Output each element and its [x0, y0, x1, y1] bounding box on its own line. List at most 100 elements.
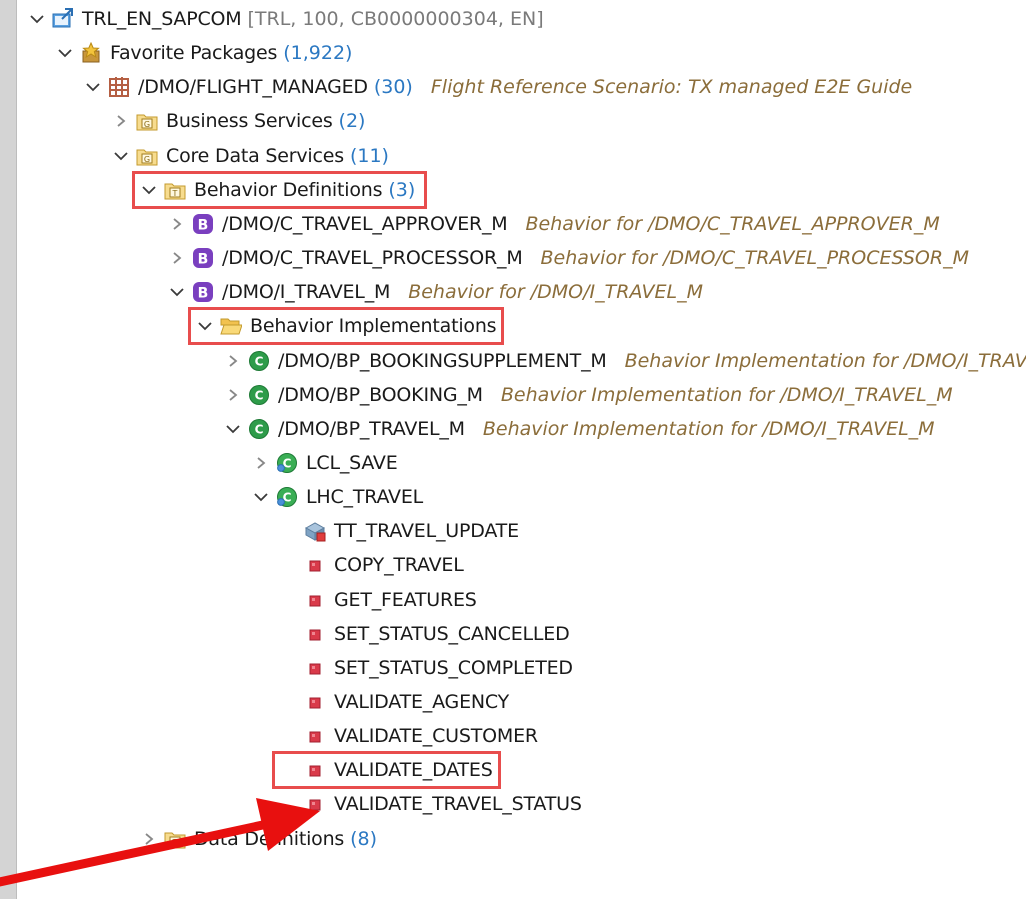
expand-toggle[interactable]: [168, 246, 186, 270]
tree-node-validate-travel-status[interactable]: VALIDATE_TRAVEL_STATUS: [0, 787, 1026, 821]
abap-class-icon: C: [248, 418, 270, 440]
svg-text:B: B: [198, 217, 209, 233]
tree-node-label: VALIDATE_TRAVEL_STATUS: [334, 793, 582, 816]
tree-node-label: /DMO/I_TRAVEL_M: [222, 281, 391, 304]
tree-node-dmo-bp-travel-m[interactable]: C/DMO/BP_TRAVEL_M Behavior Implementation…: [0, 412, 1026, 446]
tree-node-description: Behavior Implementation for /DMO/I_TRAVE…: [482, 417, 935, 440]
tree-node-copy-travel[interactable]: COPY_TRAVEL: [0, 548, 1026, 582]
expand-toggle[interactable]: [168, 212, 186, 236]
tree-node-description: Behavior for /DMO/I_TRAVEL_M: [408, 281, 703, 304]
collapse-toggle[interactable]: [112, 144, 130, 168]
package-icon: [108, 76, 130, 98]
tree-node-label: GET_FEATURES: [334, 588, 477, 611]
tree-node-dmo-c-travel-approver-m[interactable]: B/DMO/C_TRAVEL_APPROVER_M Behavior for /D…: [0, 207, 1026, 241]
abap-project-icon: [52, 8, 74, 30]
expand-toggle[interactable]: [224, 383, 242, 407]
tree-node-lcl-save[interactable]: C LCL_SAVE: [0, 446, 1026, 480]
type-folder-icon: T: [164, 828, 186, 850]
favorite-packages-icon: [80, 42, 102, 64]
tree-node-favorite-packages[interactable]: Favorite Packages (1,922): [0, 36, 1026, 70]
tree-node-dmo-bp-bookingsupplement-m[interactable]: C/DMO/BP_BOOKINGSUPPLEMENT_M Behavior Imp…: [0, 344, 1026, 378]
tree-node-label: VALIDATE_DATES: [334, 759, 493, 782]
tree-node-dmo-i-travel-m[interactable]: B/DMO/I_TRAVEL_M Behavior for /DMO/I_TRAV…: [0, 275, 1026, 309]
toggle-spacer: [280, 690, 298, 714]
tree-node-label: Behavior Implementations: [250, 315, 497, 338]
tree-node-label: /DMO/C_TRAVEL_APPROVER_M: [222, 212, 508, 235]
tree-node-validate-customer[interactable]: VALIDATE_CUSTOMER: [0, 719, 1026, 753]
chevron-right-icon: [229, 354, 238, 367]
svg-text:C: C: [255, 354, 264, 368]
tree-node-count: (1,922): [283, 42, 353, 65]
chevron-down-icon: [86, 83, 100, 92]
tree-node-description: Flight Reference Scenario: TX managed E2…: [430, 76, 913, 99]
method-icon: [304, 589, 326, 611]
chevron-right-icon: [173, 218, 182, 230]
toggle-spacer: [280, 622, 298, 646]
method-icon: [304, 554, 326, 576]
tree-node-dmo-c-travel-processor-m[interactable]: B/DMO/C_TRAVEL_PROCESSOR_M Behavior for /…: [0, 241, 1026, 275]
tree-node-set-status-cancelled[interactable]: SET_STATUS_CANCELLED: [0, 617, 1026, 651]
chevron-down-icon: [170, 288, 184, 297]
tree-node-label: /DMO/FLIGHT_MANAGED: [138, 76, 368, 99]
behavior-definition-icon: B: [192, 213, 214, 235]
toggle-spacer: [280, 553, 298, 577]
svg-text:G: G: [144, 155, 150, 164]
tree-node-set-status-completed[interactable]: SET_STATUS_COMPLETED: [0, 651, 1026, 685]
tree-node-label: Business Services: [166, 110, 333, 133]
chevron-down-icon: [226, 425, 240, 434]
tree-node-behavior-implementations[interactable]: Behavior Implementations: [0, 309, 1026, 343]
behavior-definition-icon: B: [192, 281, 214, 303]
tree-node-business-services[interactable]: G Business Services (2): [0, 104, 1026, 138]
collapse-toggle[interactable]: [56, 41, 74, 65]
tree-node-data-definitions[interactable]: T Data Definitions (8): [0, 822, 1026, 856]
tree-node-count: (30): [373, 76, 413, 99]
chevron-right-icon: [117, 115, 126, 128]
open-folder-icon: [220, 315, 242, 337]
tree-node-description: Behavior for /DMO/C_TRAVEL_PROCESSOR_M: [540, 247, 969, 270]
expand-toggle[interactable]: [112, 109, 130, 133]
svg-text:T: T: [172, 189, 178, 198]
chevron-right-icon: [257, 457, 266, 469]
collapse-toggle[interactable]: [168, 280, 186, 304]
svg-text:B: B: [198, 286, 209, 302]
tree-node-behavior-definitions[interactable]: T Behavior Definitions (3): [0, 173, 1026, 207]
toggle-spacer: [280, 519, 298, 543]
method-icon: [304, 657, 326, 679]
chevron-down-icon: [30, 15, 44, 24]
tree-node-get-features[interactable]: GET_FEATURES: [0, 583, 1026, 617]
collapse-toggle[interactable]: [196, 314, 214, 338]
chevron-right-icon: [173, 252, 182, 264]
method-icon: [304, 725, 326, 747]
tree-node-label: /DMO/C_TRAVEL_PROCESSOR_M: [222, 247, 523, 270]
collapse-toggle[interactable]: [84, 75, 102, 99]
method-icon: [304, 793, 326, 815]
tree-node-label: VALIDATE_CUSTOMER: [334, 725, 538, 748]
tree-node-lhc-travel[interactable]: C LHC_TRAVEL: [0, 480, 1026, 514]
chevron-down-icon: [58, 49, 72, 58]
tree-node-label: COPY_TRAVEL: [334, 554, 464, 577]
expand-toggle[interactable]: [224, 349, 242, 373]
tree-node-count: (2): [338, 110, 366, 133]
tree-node-dmo-bp-booking-m[interactable]: C/DMO/BP_BOOKING_M Behavior Implementatio…: [0, 378, 1026, 412]
collapse-toggle[interactable]: [252, 485, 270, 509]
tree-node-trl-en-sapcom[interactable]: TRL_EN_SAPCOM [TRL, 100, CB0000000304, EN…: [0, 2, 1026, 36]
toggle-spacer: [280, 792, 298, 816]
tree-node-tt-travel-update[interactable]: TT_TRAVEL_UPDATE: [0, 514, 1026, 548]
abap-class-icon: C: [248, 384, 270, 406]
collapse-toggle[interactable]: [140, 178, 158, 202]
tree-node-validate-dates[interactable]: VALIDATE_DATES: [0, 753, 1026, 787]
tree-node-label: SET_STATUS_CANCELLED: [334, 622, 570, 645]
tree-node-description: Behavior for /DMO/C_TRAVEL_APPROVER_M: [525, 212, 940, 235]
collapse-toggle[interactable]: [28, 7, 46, 31]
collapse-toggle[interactable]: [224, 417, 242, 441]
tree-node-dmo-flight-managed[interactable]: /DMO/FLIGHT_MANAGED (30) Flight Reference …: [0, 70, 1026, 104]
expand-toggle[interactable]: [140, 827, 158, 851]
tree-node-core-data-services[interactable]: G Core Data Services (11): [0, 139, 1026, 173]
behavior-definition-icon: B: [192, 247, 214, 269]
tree-node-meta: [TRL, 100, CB0000000304, EN]: [247, 8, 544, 30]
tree-node-label: SET_STATUS_COMPLETED: [334, 656, 573, 679]
tree-node-count: (3): [388, 178, 416, 201]
expand-toggle[interactable]: [252, 451, 270, 475]
project-explorer-tree: TRL_EN_SAPCOM [TRL, 100, CB0000000304, EN…: [0, 0, 1026, 899]
tree-node-validate-agency[interactable]: VALIDATE_AGENCY: [0, 685, 1026, 719]
